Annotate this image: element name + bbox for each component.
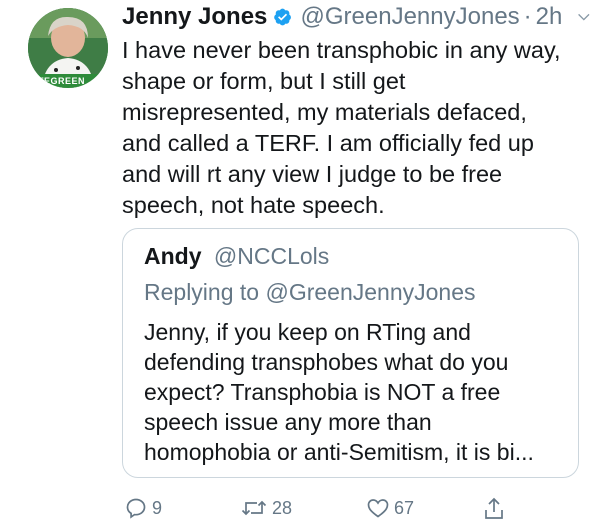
retweet-button[interactable]: 28 (240, 496, 292, 520)
avatar[interactable]: TEGREEN (28, 8, 108, 88)
tweet-header: Jenny Jones @GreenJennyJones · 2h (122, 0, 592, 34)
tweet-text-line: misrepresented, my materials defaced, (122, 99, 527, 125)
like-count: 67 (394, 497, 415, 518)
chevron-down-icon[interactable] (576, 8, 592, 26)
verified-badge-icon (274, 8, 292, 26)
tweet-content: Jenny Jones @GreenJennyJones · 2h I have… (122, 0, 592, 221)
tweet[interactable]: TEGREEN Jenny Jones @GreenJennyJones · 2… (0, 0, 600, 523)
reply-icon (126, 498, 146, 519)
tweet-actions: 9 28 67 (122, 496, 592, 523)
share-icon (485, 497, 503, 519)
retweet-icon (241, 500, 267, 516)
quoted-text-line: homophobia or anti-Semitism, it is bi... (144, 439, 534, 465)
quoted-tweet-card[interactable]: Andy @NCCLols Replying to @GreenJennyJon… (122, 228, 579, 478)
share-button[interactable] (482, 496, 510, 522)
author-display-name[interactable]: Jenny Jones (122, 3, 267, 31)
quoted-tweet-header: Andy @NCCLols (144, 241, 558, 271)
quoted-text-line: Jenny, if you keep on RTing and (144, 319, 471, 345)
quoted-author-name: Andy (144, 243, 202, 269)
tweet-text: I have never been transphobic in any way… (122, 35, 592, 221)
reply-button[interactable]: 9 (124, 496, 162, 520)
tweet-text-line: I have never been transphobic in any way… (122, 37, 561, 63)
quoted-text-line: defending transphobes what do you (144, 349, 509, 375)
separator-dot: · (523, 3, 532, 30)
quoted-text-line: expect? Transphobia is NOT a free (144, 379, 501, 405)
heart-icon (367, 499, 389, 518)
quoted-tweet-text: Jenny, if you keep on RTing and defendin… (144, 317, 558, 467)
tweet-text-line: shape or form, but I still get (122, 68, 406, 94)
retweet-count: 28 (272, 497, 293, 518)
quoted-author-handle: @NCCLols (213, 243, 330, 269)
replying-to-handle[interactable]: @GreenJennyJones (265, 279, 475, 305)
avatar-banner-text: TEGREEN (38, 76, 86, 86)
replying-to: Replying to @GreenJennyJones (144, 277, 558, 307)
replying-to-prefix: Replying to (144, 279, 260, 305)
author-handle[interactable]: @GreenJennyJones (301, 3, 520, 31)
tweet-text-line: speech, not hate speech. (122, 192, 385, 218)
tweet-text-line: and called a TERF. I am officially fed u… (122, 130, 534, 156)
like-button[interactable]: 67 (366, 496, 414, 520)
tweet-timestamp[interactable]: 2h (536, 3, 563, 31)
tweet-text-line: and will rt any view I judge to be free (122, 161, 503, 187)
reply-count: 9 (152, 497, 163, 518)
quoted-text-line: speech issue any more than (144, 409, 432, 435)
